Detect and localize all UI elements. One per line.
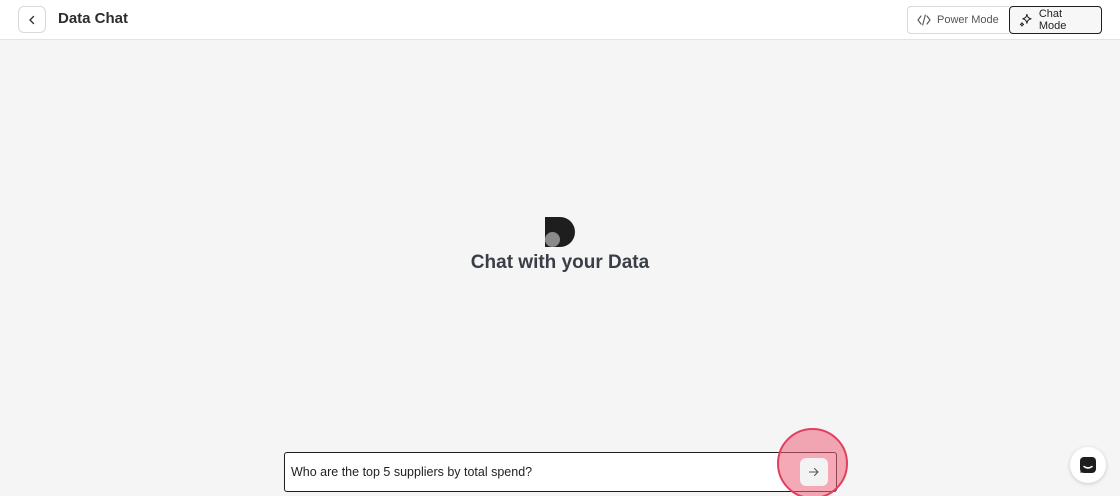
chat-mode-button[interactable]: Chat Mode [1009, 6, 1102, 34]
send-button[interactable] [800, 458, 828, 486]
arrow-right-icon [808, 467, 819, 477]
data-logo-icon [545, 217, 575, 247]
page-title: Data Chat [58, 10, 129, 27]
mode-switch: Power Mode Chat Mode [907, 6, 1102, 34]
sparkle-icon [1019, 13, 1032, 27]
chat-input-box [284, 452, 837, 492]
hero-title: Chat with your Data [470, 252, 650, 273]
top-bar: Data Chat Power Mode Chat Mode [0, 0, 1120, 40]
code-icon [917, 14, 931, 26]
power-mode-label: Power Mode [937, 14, 999, 26]
chevron-left-icon [29, 15, 35, 24]
chat-mode-label: Chat Mode [1038, 8, 1067, 32]
power-mode-button[interactable]: Power Mode [907, 6, 1009, 34]
chat-input[interactable] [285, 454, 765, 490]
back-button[interactable] [18, 6, 46, 33]
chat-support-icon [1080, 457, 1096, 473]
help-chat-button[interactable] [1070, 447, 1106, 483]
hero: Chat with your Data [0, 217, 1120, 274]
